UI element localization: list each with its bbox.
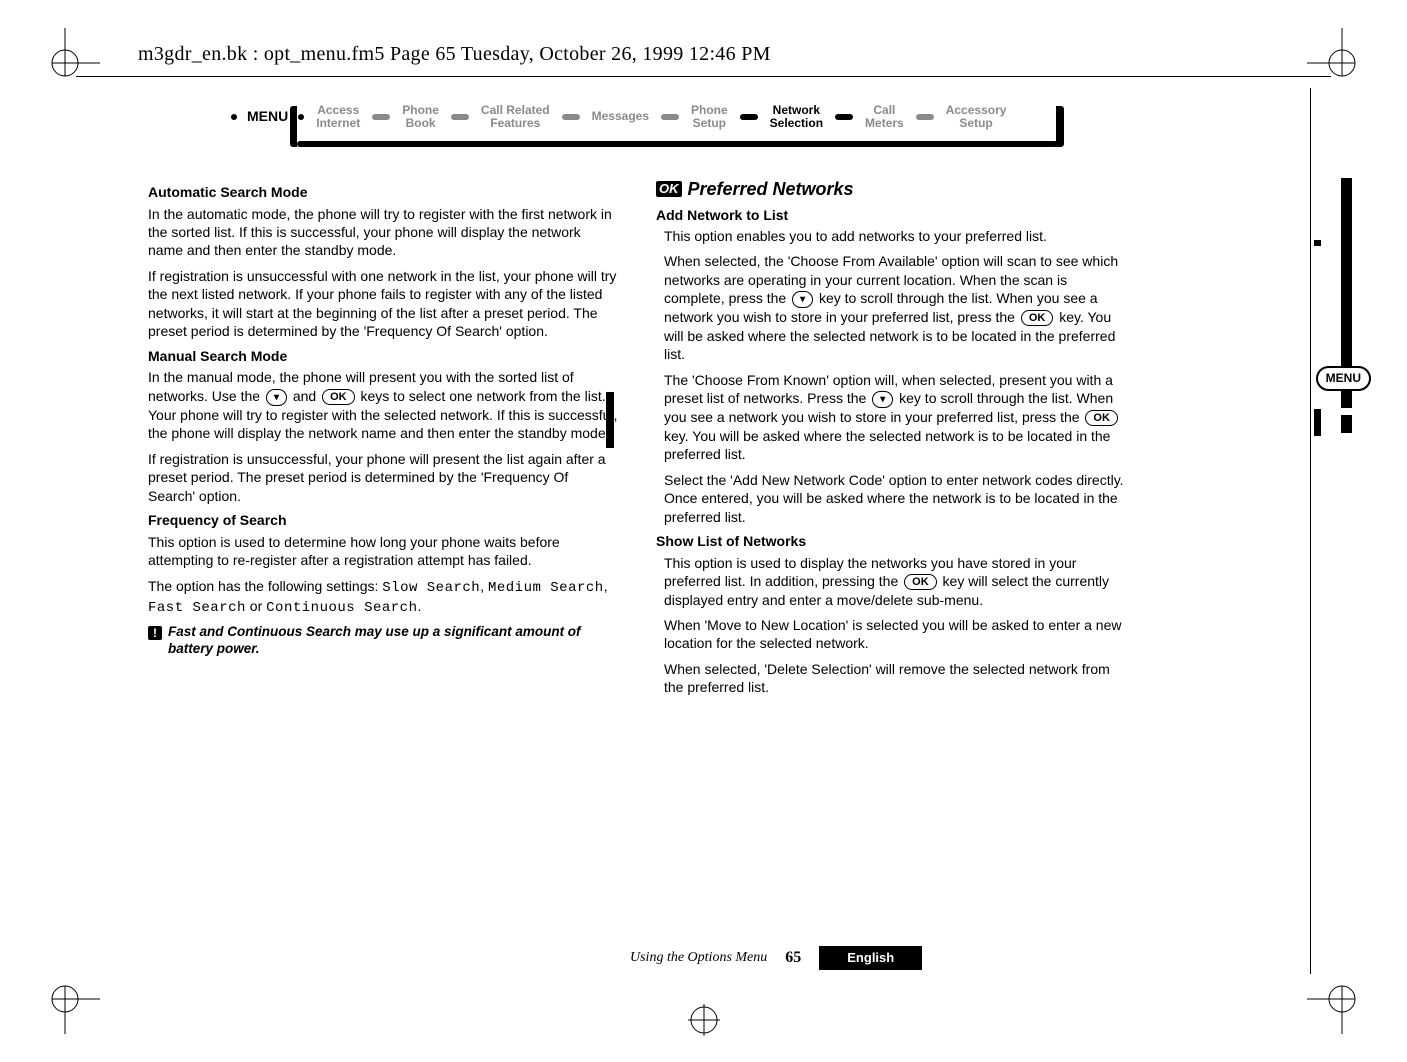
page-trim-right [1310, 88, 1311, 974]
heading-frequency-of-search: Frequency of Search [148, 512, 618, 530]
body-text: If registration is unsuccessful, your ph… [148, 450, 618, 505]
ok-badge-icon: OK [656, 181, 682, 197]
crop-mark-tr [1307, 28, 1377, 98]
ok-key-icon: OK [1021, 310, 1054, 326]
menu-breadcrumb: MENU AccessInternet PhoneBook Call Relat… [225, 104, 1055, 146]
warning-icon: ! [148, 626, 162, 640]
text-end: . [417, 598, 421, 614]
nav-menu-label: MENU [243, 108, 292, 126]
body-text: This option enables you to add networks … [664, 227, 1126, 245]
change-bar [606, 392, 614, 448]
text-fragment: and [293, 388, 320, 404]
setting-medium-search: Medium Search [488, 580, 604, 596]
heading-manual-search: Manual Search Mode [148, 348, 618, 366]
ok-key-icon: OK [1085, 410, 1118, 426]
warning-note: ! Fast and Continuous Search may use up … [148, 624, 618, 658]
change-bar [1314, 240, 1321, 246]
nav-item-call-related: Call RelatedFeatures [475, 104, 556, 129]
text-fragment: key. You will be asked where the selecte… [664, 428, 1110, 462]
footer-language-badge: English [819, 946, 922, 970]
setting-slow-search: Slow Search [382, 580, 480, 596]
body-text: The option has the following settings: S… [148, 577, 618, 618]
down-key-icon [266, 389, 287, 406]
ok-key-icon: OK [322, 389, 355, 405]
text-sep: , [480, 578, 488, 594]
nav-connector [562, 114, 580, 120]
body-text: In the automatic mode, the phone will tr… [148, 205, 618, 260]
setting-fast-search: Fast Search [148, 600, 246, 616]
crop-mark-bl [30, 964, 100, 1034]
text-or: or [246, 598, 266, 614]
body-text: This option is used to display the netwo… [664, 554, 1126, 609]
body-text: When selected, the 'Choose From Availabl… [664, 252, 1126, 363]
down-key-icon [872, 391, 893, 408]
nav-item-messages: Messages [586, 110, 655, 123]
nav-connector [451, 114, 469, 120]
crop-mark-bottom [684, 1000, 724, 1040]
nav-connector [916, 114, 934, 120]
thumb-index-bar [1341, 415, 1352, 433]
nav-connector [661, 114, 679, 120]
setting-continuous-search: Continuous Search [266, 600, 417, 616]
heading-add-network: Add Network to List [656, 207, 1126, 225]
page-footer: Using the Options Menu 65 English [630, 946, 922, 970]
body-text: When selected, 'Delete Selection' will r… [664, 660, 1126, 697]
ok-key-icon: OK [904, 574, 937, 590]
nav-underline [297, 141, 1058, 147]
heading-automatic-search: Automatic Search Mode [148, 184, 618, 202]
heading-show-list: Show List of Networks [656, 533, 1126, 551]
crop-mark-br [1307, 964, 1377, 1034]
section-title-text: Preferred Networks [688, 178, 854, 201]
nav-item-phone-book: PhoneBook [396, 104, 445, 129]
left-column: Automatic Search Mode In the automatic m… [148, 178, 618, 704]
section-preferred-networks: OK Preferred Networks [656, 178, 1126, 201]
text-fragment: The option has the following settings: [148, 578, 382, 594]
warning-text: Fast and Continuous Search may use up a … [168, 624, 618, 658]
body-text: Select the 'Add New Network Code' option… [664, 471, 1126, 526]
header-rule [76, 76, 1331, 77]
text-sep: , [604, 578, 608, 594]
body-text: This option is used to determine how lon… [148, 533, 618, 570]
thumb-index-menu: MENU [1316, 366, 1371, 391]
print-header: m3gdr_en.bk : opt_menu.fm5 Page 65 Tuesd… [138, 42, 771, 67]
right-column: OK Preferred Networks Add Network to Lis… [656, 178, 1126, 704]
nav-connector [835, 114, 853, 120]
body-text: The 'Choose From Known' option will, whe… [664, 371, 1126, 464]
nav-item-call-meters: CallMeters [859, 104, 910, 129]
footer-page-number: 65 [785, 948, 801, 968]
nav-tail-bar [1056, 106, 1064, 147]
body-text: When 'Move to New Location' is selected … [664, 616, 1126, 653]
body-text: If registration is unsuccessful with one… [148, 267, 618, 341]
nav-connector [740, 114, 758, 120]
nav-bullet [298, 114, 304, 120]
nav-item-access-internet: AccessInternet [310, 104, 366, 129]
crop-mark-tl [30, 28, 100, 98]
nav-item-network-selection: NetworkSelection [764, 104, 829, 129]
nav-connector [372, 114, 390, 120]
nav-bullet [231, 114, 237, 120]
change-bar [1314, 409, 1321, 436]
body-text: In the manual mode, the phone will prese… [148, 368, 618, 442]
down-key-icon [792, 291, 813, 308]
footer-section-title: Using the Options Menu [630, 949, 767, 967]
nav-item-phone-setup: PhoneSetup [685, 104, 734, 129]
nav-item-accessory-setup: AccessorySetup [940, 104, 1013, 129]
